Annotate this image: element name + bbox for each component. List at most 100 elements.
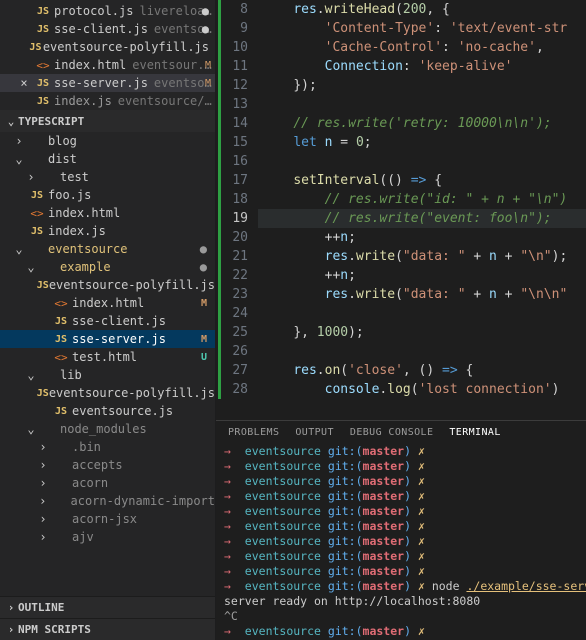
code-line[interactable]: console.log('lost connection') bbox=[258, 380, 586, 399]
open-editor-item[interactable]: ×JSsse-server.jseventsour...M bbox=[0, 74, 215, 92]
tree-folder[interactable]: ›.bin bbox=[0, 438, 215, 456]
tree-file[interactable]: JSeventsource.js bbox=[0, 402, 215, 420]
tree-folder[interactable]: ›acorn-jsx bbox=[0, 510, 215, 528]
tree-file[interactable]: JSindex.js bbox=[0, 222, 215, 240]
chevron-right-icon: › bbox=[36, 440, 50, 454]
close-icon[interactable]: × bbox=[18, 76, 30, 90]
code-line[interactable]: res.writeHead(200, { bbox=[258, 0, 586, 19]
code-line[interactable]: setInterval(() => { bbox=[258, 171, 586, 190]
chevron-right-icon: › bbox=[12, 134, 26, 148]
code-line[interactable]: let n = 0; bbox=[258, 133, 586, 152]
terminal-line: → eventsource git:(master) ✗ node ./exam… bbox=[224, 579, 578, 594]
dirty-dot-icon: ● bbox=[202, 22, 209, 36]
tree-folder[interactable]: ⌄eventsource● bbox=[0, 240, 215, 258]
js-icon: JS bbox=[32, 24, 54, 35]
panel-tab[interactable]: PROBLEMS bbox=[228, 427, 279, 438]
editor-and-panel: 8910111213141516171819202122232425262728… bbox=[216, 0, 586, 640]
code-line[interactable]: ++n; bbox=[258, 228, 586, 247]
js-icon: JS bbox=[32, 78, 54, 89]
js-icon: JS bbox=[50, 334, 72, 345]
code-line[interactable]: res.on('close', () => { bbox=[258, 361, 586, 380]
code-line[interactable]: res.write("data: " + n + "\n"); bbox=[258, 247, 586, 266]
terminal-line: server ready on http://localhost:8080 bbox=[224, 594, 578, 609]
code-line[interactable]: 'Content-Type': 'text/event-str bbox=[258, 19, 586, 38]
code-area[interactable]: res.writeHead(200, { 'Content-Type': 'te… bbox=[258, 0, 586, 420]
open-editor-item[interactable]: JSindex.jseventsource/node_... bbox=[0, 92, 215, 110]
code-line[interactable] bbox=[258, 304, 586, 323]
chevron-right-icon: › bbox=[36, 530, 50, 544]
line-number: 9 bbox=[218, 19, 258, 38]
chevron-down-icon: ⌄ bbox=[12, 152, 26, 166]
tree-file[interactable]: JSeventsource-polyfill.js bbox=[0, 384, 215, 402]
tree-label: index.html bbox=[72, 296, 144, 310]
tree-folder[interactable]: ›acorn-dynamic-import bbox=[0, 492, 215, 510]
section-label: NPM SCRIPTS bbox=[18, 623, 91, 636]
line-number: 18 bbox=[218, 190, 258, 209]
workspace: JSprotocol.jslivereload-js...●JSsse-clie… bbox=[0, 0, 586, 640]
terminal-line: → eventsource git:(master) ✗ bbox=[224, 444, 578, 459]
tree-folder[interactable]: ›accepts bbox=[0, 456, 215, 474]
tree-file[interactable]: JSeventsource-polyfill.js bbox=[0, 276, 215, 294]
panel-tab[interactable]: OUTPUT bbox=[295, 427, 334, 438]
section-typescript[interactable]: ⌄ TYPESCRIPT bbox=[0, 110, 215, 132]
chevron-right-icon: › bbox=[4, 623, 18, 636]
code-line[interactable]: // res.write("event: foo\n"); bbox=[258, 209, 586, 228]
tree-file[interactable]: <>index.html bbox=[0, 204, 215, 222]
open-editor-path: eventsour... bbox=[132, 58, 215, 72]
code-line[interactable] bbox=[258, 152, 586, 171]
code-line[interactable]: res.write("data: " + n + "\n\n" bbox=[258, 285, 586, 304]
tree-label: accepts bbox=[72, 458, 123, 472]
tree-file[interactable]: JSsse-server.jsM bbox=[0, 330, 215, 348]
line-number: 12 bbox=[218, 76, 258, 95]
code-line[interactable]: 'Cache-Control': 'no-cache', bbox=[258, 38, 586, 57]
panel-tab[interactable]: DEBUG CONSOLE bbox=[350, 427, 433, 438]
tree-file[interactable]: JSfoo.js bbox=[0, 186, 215, 204]
terminal-line: → eventsource git:(master) ✗ bbox=[224, 504, 578, 519]
open-editor-item[interactable]: JSeventsource-polyfill.jseve... bbox=[0, 38, 215, 56]
code-line[interactable]: }); bbox=[258, 76, 586, 95]
terminal-line: ^C bbox=[224, 609, 578, 624]
terminal-line: → eventsource git:(master) ✗ bbox=[224, 624, 578, 639]
chevron-down-icon: ⌄ bbox=[24, 368, 38, 382]
tree-file[interactable]: JSsse-client.js bbox=[0, 312, 215, 330]
tree-folder[interactable]: ›test bbox=[0, 168, 215, 186]
chevron-right-icon: › bbox=[36, 494, 49, 508]
open-editor-filename: index.html bbox=[54, 58, 126, 72]
code-line[interactable]: Connection: 'keep-alive' bbox=[258, 57, 586, 76]
tree-folder[interactable]: ›ajv bbox=[0, 528, 215, 546]
section-npm-scripts[interactable]: › NPM SCRIPTS bbox=[0, 618, 215, 640]
code-line[interactable]: }, 1000); bbox=[258, 323, 586, 342]
section-outline[interactable]: › OUTLINE bbox=[0, 596, 215, 618]
line-number: 28 bbox=[218, 380, 258, 399]
code-line[interactable]: // res.write('retry: 10000\n\n'); bbox=[258, 114, 586, 133]
code-line[interactable] bbox=[258, 342, 586, 361]
tree-label: sse-server.js bbox=[72, 332, 166, 346]
line-number: 21 bbox=[218, 247, 258, 266]
editor[interactable]: 8910111213141516171819202122232425262728… bbox=[216, 0, 586, 420]
js-icon: JS bbox=[26, 190, 48, 201]
js-icon: JS bbox=[37, 280, 49, 291]
tree-label: test.html bbox=[72, 350, 137, 364]
tree-folder[interactable]: ⌄lib bbox=[0, 366, 215, 384]
panel-tab[interactable]: TERMINAL bbox=[449, 427, 500, 438]
tree-folder[interactable]: ›blog bbox=[0, 132, 215, 150]
open-editor-item[interactable]: JSsse-client.jseventsource/ex...● bbox=[0, 20, 215, 38]
open-editor-path: eventsource/node_... bbox=[118, 94, 215, 108]
line-number: 10 bbox=[218, 38, 258, 57]
open-editor-filename: eventsource-polyfill.js bbox=[43, 40, 209, 54]
open-editor-item[interactable]: <>index.htmleventsour...M bbox=[0, 56, 215, 74]
tree-label: dist bbox=[48, 152, 77, 166]
line-number: 22 bbox=[218, 266, 258, 285]
tree-file[interactable]: <>index.htmlM bbox=[0, 294, 215, 312]
tree-file[interactable]: <>test.htmlU bbox=[0, 348, 215, 366]
tree-folder[interactable]: ⌄example● bbox=[0, 258, 215, 276]
tree-folder[interactable]: ›acorn bbox=[0, 474, 215, 492]
code-line[interactable]: ++n; bbox=[258, 266, 586, 285]
open-editor-item[interactable]: JSprotocol.jslivereload-js...● bbox=[0, 2, 215, 20]
chevron-down-icon: ⌄ bbox=[24, 422, 38, 436]
code-line[interactable] bbox=[258, 95, 586, 114]
tree-folder[interactable]: ⌄node_modules bbox=[0, 420, 215, 438]
tree-folder[interactable]: ⌄ dist bbox=[0, 150, 215, 168]
code-line[interactable]: // res.write("id: " + n + "\n") bbox=[258, 190, 586, 209]
terminal[interactable]: → eventsource git:(master) ✗ → eventsourc… bbox=[216, 442, 586, 640]
